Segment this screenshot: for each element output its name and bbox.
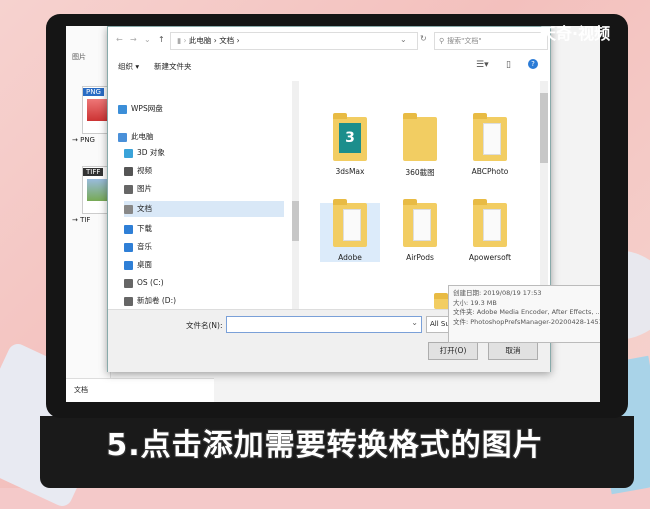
refresh-icon[interactable]: ↻ (420, 34, 427, 43)
tooltip-line: 创建日期: 2019/08/19 17:53 (453, 289, 542, 297)
tooltip-line: 大小: 19.3 MB (453, 298, 497, 307)
status-folder: 文档 (74, 386, 88, 394)
back-icon[interactable]: ← (116, 35, 123, 44)
png-label: → PNG (72, 136, 95, 144)
filename-label: 文件名(N): (186, 321, 223, 330)
chevron-down-icon[interactable]: ⌄ (144, 35, 151, 44)
nav-scrollbar[interactable] (292, 81, 299, 309)
background-status-bar: 文档 (66, 378, 214, 402)
caption: 5.点击添加需要转换格式的图片 (106, 428, 544, 463)
cancel-button[interactable]: 取消 (488, 342, 538, 360)
laptop-screen: 图片 PNG → PNG TIFF → TIF 文档 ← → ⌄ ↑ ▮ › 此… (66, 26, 600, 402)
address-bar: ← → ⌄ ↑ ▮ › 此电脑 › 文档 › ⌄ ↻ ⚲ 搜索"文档" (108, 27, 550, 56)
tif-label: → TIF (72, 216, 91, 224)
picture-icon (124, 184, 133, 194)
folder-item[interactable]: Apowersoft (460, 199, 520, 262)
nav-item-label: 桌面 (137, 260, 152, 269)
nav-item-label: 文档 (137, 204, 152, 213)
view-options-icon[interactable]: ☰▾ (476, 60, 489, 70)
dropdown-icon[interactable]: ⌄ (400, 35, 407, 44)
music-icon (124, 242, 133, 252)
search-input[interactable]: ⚲ 搜索"文档" (434, 32, 548, 50)
open-button[interactable]: 打开(O) (428, 342, 478, 360)
file-list: 3 3dsMax 360截图 ABCPhoto Adobe AirPods Apowerso… (304, 81, 540, 327)
drive-icon (124, 278, 133, 288)
help-icon[interactable]: ? (528, 59, 538, 69)
folder-item[interactable]: AirPods (390, 199, 450, 262)
nav-item[interactable]: 文档 (124, 201, 284, 217)
png-tag: PNG (83, 88, 104, 96)
folder-item[interactable]: Adobe (320, 199, 380, 262)
folder-item[interactable]: ABCPhoto (460, 113, 520, 176)
folder-name: Apowersoft (468, 253, 512, 262)
new-folder-button[interactable]: 新建文件夹 (154, 61, 192, 72)
search-icon: ⚲ (439, 37, 445, 45)
nav-item-label: OS (C:) (137, 278, 164, 287)
nav-item[interactable]: 视频 (124, 163, 152, 179)
forward-icon[interactable]: → (130, 35, 137, 44)
nav-item[interactable]: 桌面 (124, 257, 152, 273)
folder-tooltip: 创建日期: 2019/08/19 17:53 大小: 19.3 MB 文件夹: … (448, 285, 600, 343)
filename-input[interactable]: ⌄ (226, 316, 422, 333)
nav-item-label: 音乐 (137, 242, 152, 251)
folder-icon (403, 113, 437, 161)
nav-item[interactable]: 3D 对象 (124, 145, 165, 161)
breadcrumb[interactable]: ▮ › 此电脑 › 文档 › (170, 32, 418, 50)
desktop-icon (124, 260, 133, 270)
nav-item-label: 图片 (137, 184, 152, 193)
drive-icon (124, 296, 133, 306)
cube-icon (124, 148, 133, 158)
folder-icon (403, 199, 437, 247)
folder-name: ABCPhoto (471, 167, 509, 176)
folder-icon: 3 (333, 113, 367, 161)
preview-pane-icon[interactable]: ▯ (506, 60, 511, 70)
document-icon (124, 204, 133, 214)
folder-icon: ▮ › (177, 36, 189, 45)
nav-item-label: WPS网盘 (131, 104, 163, 113)
folder-name: AirPods (406, 253, 434, 262)
open-file-dialog: ← → ⌄ ↑ ▮ › 此电脑 › 文档 › ⌄ ↻ ⚲ 搜索"文档" 组织 ▾ … (107, 26, 600, 372)
watermark-logo: 天奇·视频 (540, 24, 611, 43)
folder-name: Adobe (338, 253, 362, 262)
folder-icon (473, 113, 507, 161)
organize-button[interactable]: 组织 ▾ (118, 61, 139, 72)
tif-tag: TIFF (83, 168, 104, 176)
nav-item[interactable]: 音乐 (124, 239, 152, 255)
nav-item[interactable]: 下载 (124, 221, 152, 237)
folder-item[interactable]: 360截图 (390, 113, 450, 178)
nav-item[interactable]: 图片 (124, 181, 152, 197)
cloud-icon (118, 104, 127, 114)
download-icon (124, 224, 133, 234)
up-icon[interactable]: ↑ (158, 35, 165, 44)
nav-item-label: 视频 (137, 166, 152, 175)
toolbar: 组织 ▾ 新建文件夹 ☰▾ ▯ ? (108, 55, 550, 79)
navigation-pane: WPS网盘此电脑 3D 对象视频图片文档下载音乐桌面 OS (C:) 新加卷 (D:) (108, 81, 299, 309)
folder-name: 3dsMax (335, 167, 365, 176)
tooltip-line: 文件: PhotoshopPrefsManager-20200428-14510… (453, 317, 600, 326)
images-label: 图片 (72, 53, 86, 61)
file-list-scrollbar[interactable] (540, 81, 548, 309)
nav-item-label: 新加卷 (D:) (137, 296, 177, 305)
nav-item-label: 下载 (137, 224, 152, 233)
tooltip-line: 文件夹: Adobe Media Encoder, After Effects,… (453, 308, 600, 316)
folder-name: 360截图 (405, 168, 435, 177)
computer-icon (118, 132, 127, 142)
nav-item[interactable]: OS (C:) (124, 275, 164, 291)
nav-item[interactable]: 新加卷 (D:) (124, 293, 176, 309)
nav-item-label: 此电脑 (131, 132, 154, 141)
folder-item[interactable]: 3 3dsMax (320, 113, 380, 176)
nav-item[interactable]: WPS网盘 (118, 101, 163, 117)
nav-item[interactable]: 此电脑 (118, 129, 154, 145)
nav-item-label: 3D 对象 (137, 148, 165, 157)
chevron-down-icon[interactable]: ⌄ (411, 318, 418, 327)
video-icon (124, 166, 133, 176)
breadcrumb-this-pc[interactable]: 此电脑 (189, 36, 212, 45)
folder-icon (473, 199, 507, 247)
background-left-panel: 图片 PNG → PNG TIFF → TIF (66, 26, 118, 402)
breadcrumb-documents[interactable]: 文档 (219, 36, 234, 45)
folder-icon (333, 199, 367, 247)
